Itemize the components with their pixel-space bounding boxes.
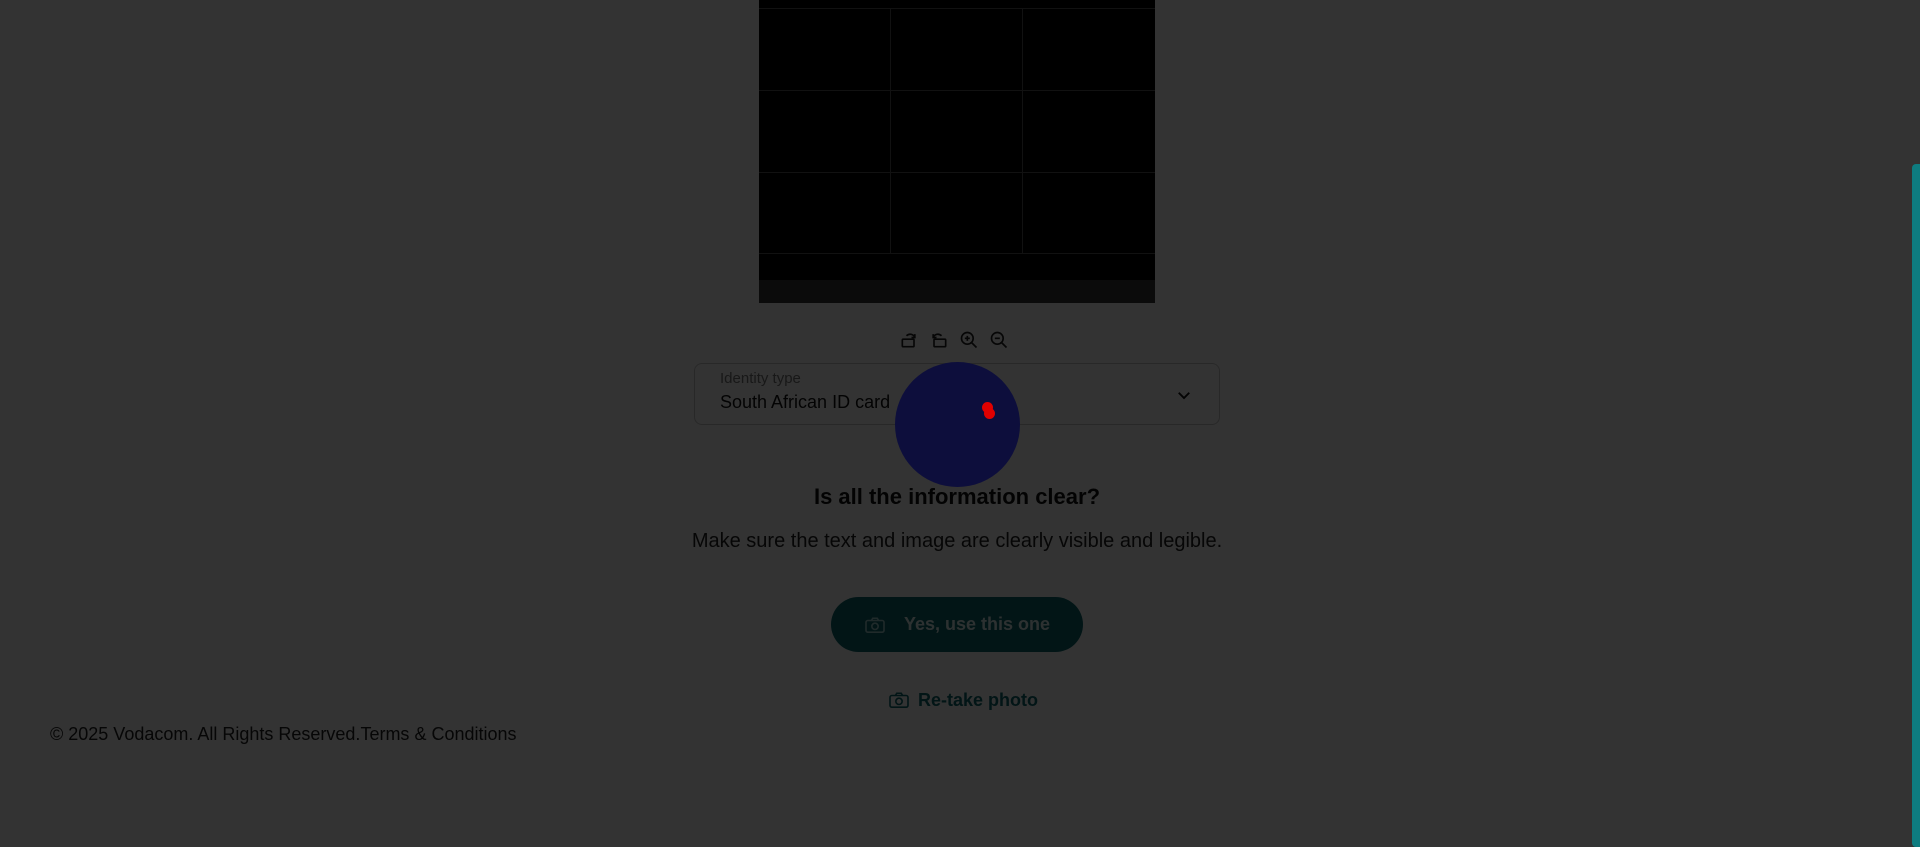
spinner-dot (984, 408, 995, 419)
rotate-right-icon (901, 333, 916, 348)
terms-link[interactable]: Terms & Conditions (360, 724, 516, 744)
page: Identity type South African ID card Is a… (0, 0, 1920, 847)
rotate-right-button[interactable] (897, 328, 921, 352)
rotate-left-button[interactable] (927, 328, 951, 352)
image-toolbar (897, 328, 1017, 352)
chevron-down-icon (1178, 392, 1190, 400)
zoom-out-icon (990, 331, 1008, 349)
use-photo-button[interactable]: Yes, use this one (831, 597, 1083, 652)
retake-photo-link[interactable]: Re-take photo (888, 688, 1038, 712)
identity-type-label: Identity type (720, 370, 801, 387)
loading-spinner (895, 362, 1020, 487)
copyright-text: © 2025 Vodacom. All Rights Reserved. (50, 724, 361, 744)
rotate-left-icon (932, 333, 947, 348)
use-photo-label: Yes, use this one (903, 614, 1051, 634)
zoom-in-icon (960, 331, 978, 349)
scrollbar[interactable] (1912, 164, 1920, 847)
photo-preview (759, 0, 1155, 303)
zoom-out-button[interactable] (987, 328, 1011, 352)
zoom-in-button[interactable] (957, 328, 981, 352)
confirm-subtext: Make sure the text and image are clearly… (691, 530, 1223, 552)
footer: © 2025 Vodacom. All Rights Reserved.Term… (50, 724, 517, 745)
camera-icon (889, 692, 909, 709)
captured-photo (759, 0, 1155, 280)
retake-photo-label: Re-take photo (918, 689, 1039, 710)
camera-icon (865, 616, 885, 633)
crop-grid[interactable] (759, 8, 1155, 254)
identity-type-value: South African ID card (720, 392, 891, 412)
confirm-heading: Is all the information clear? (813, 484, 1101, 509)
